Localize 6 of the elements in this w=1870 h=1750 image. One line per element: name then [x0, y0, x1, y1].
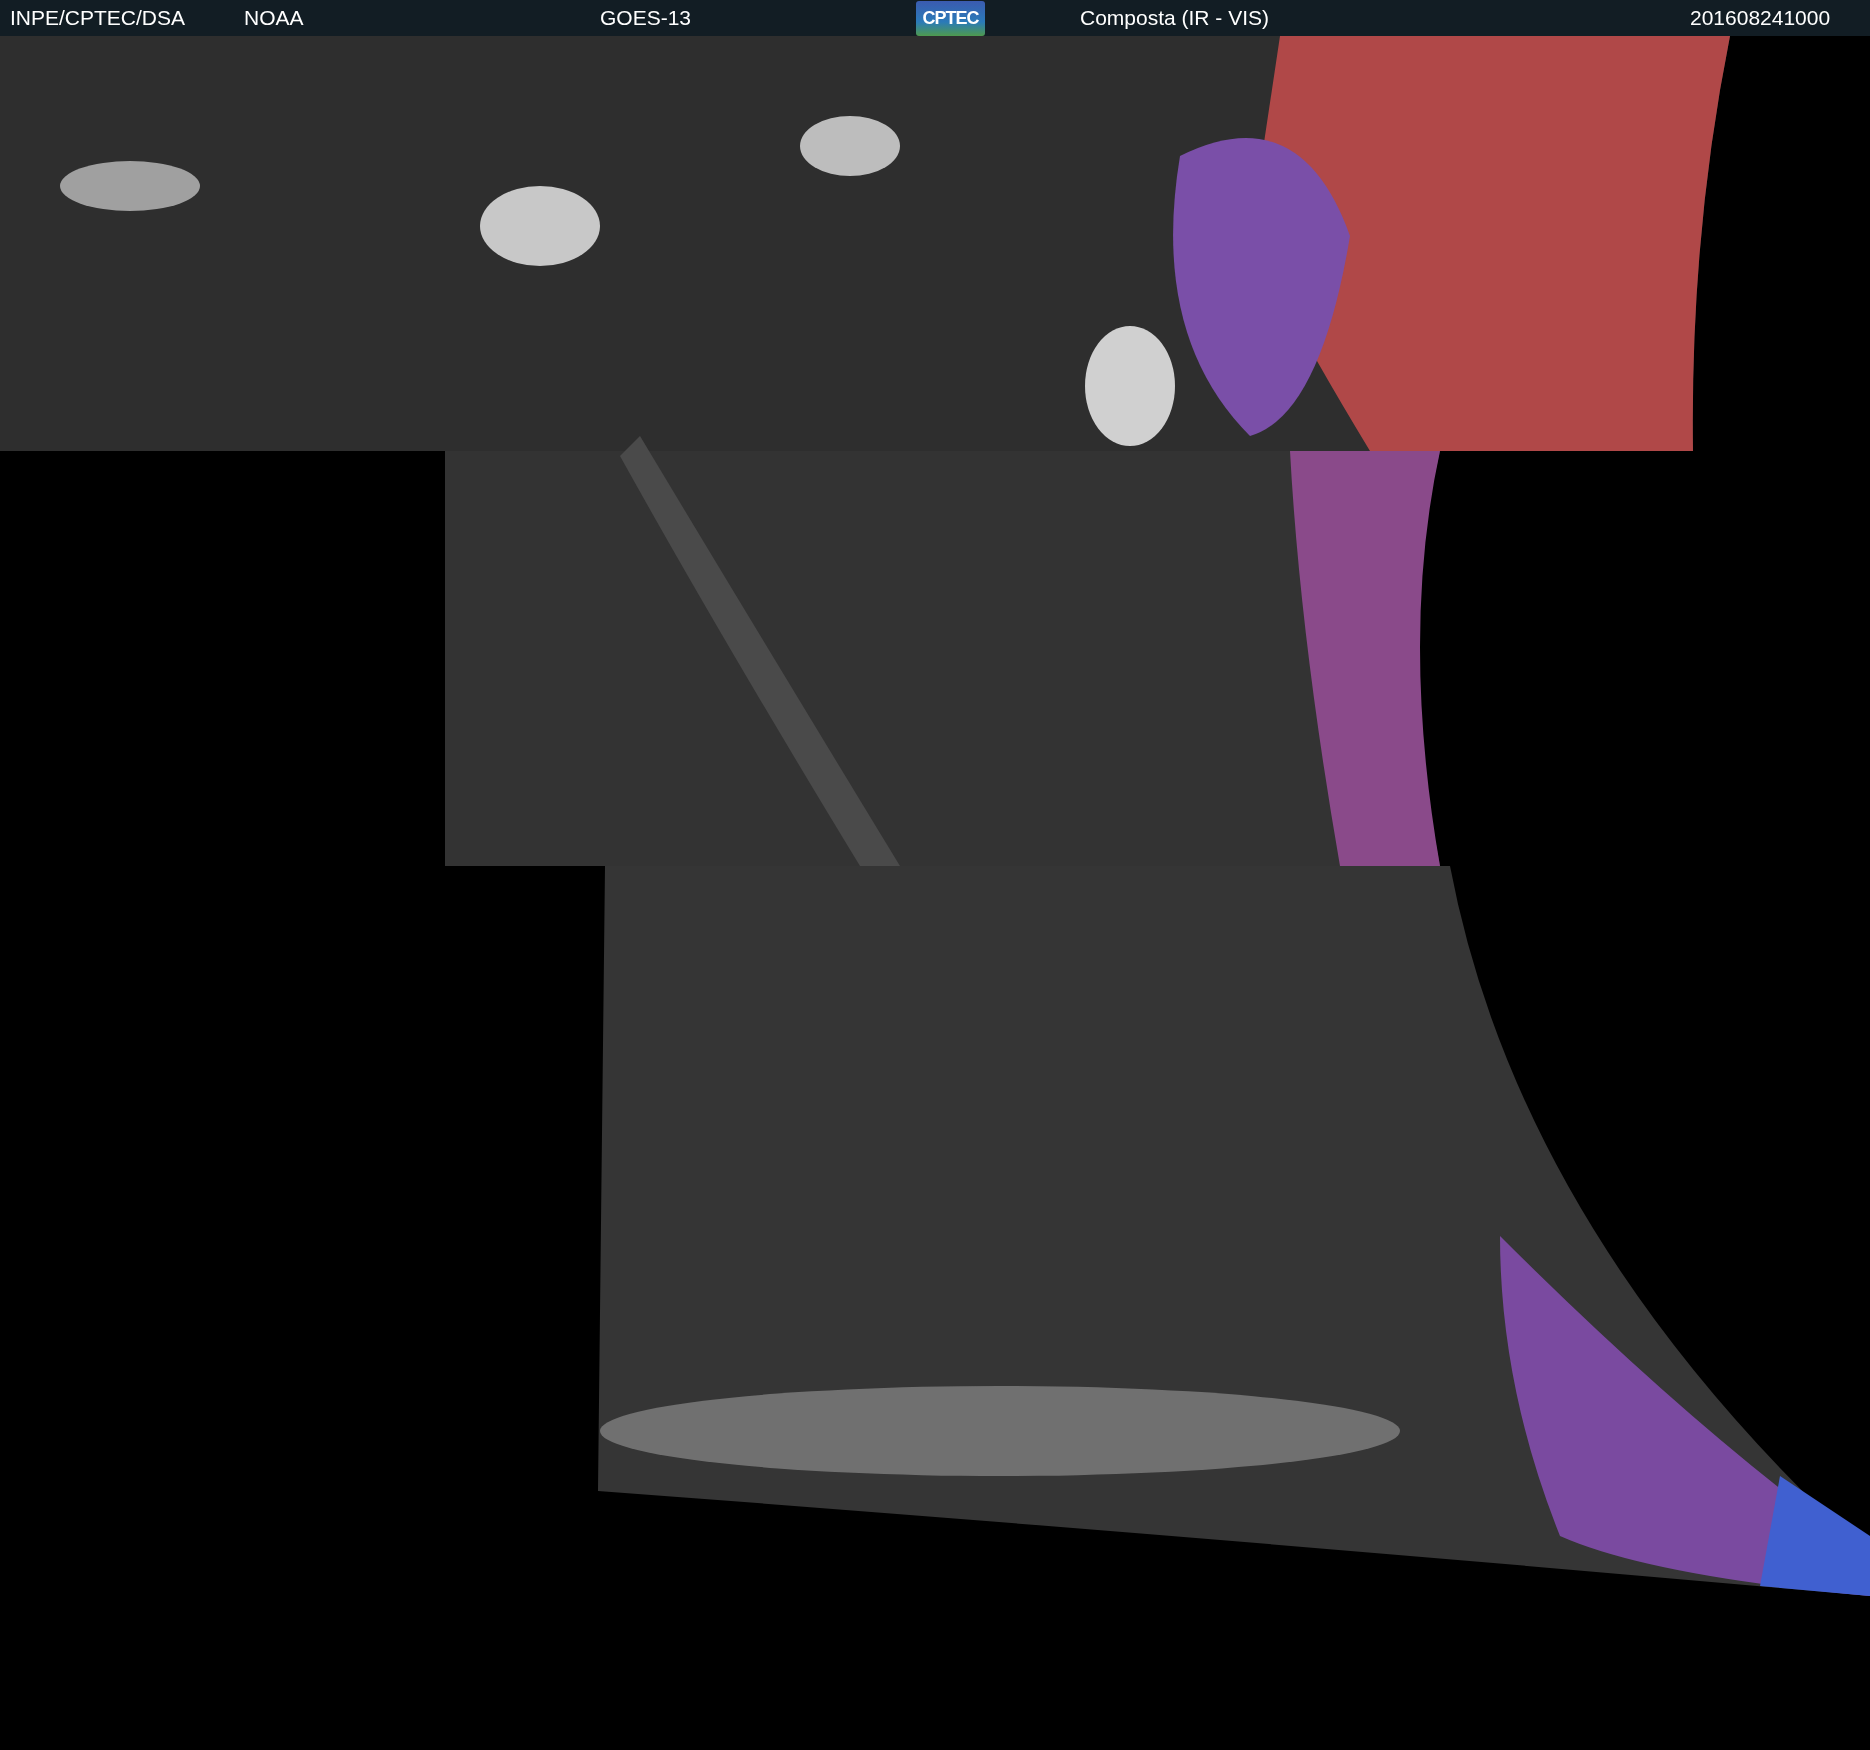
institution-label: INPE/CPTEC/DSA: [10, 6, 187, 30]
product-label: Composta (IR - VIS): [1080, 6, 1271, 30]
agency-label: NOAA: [244, 6, 305, 30]
logo: CPTEC: [916, 0, 985, 36]
timestamp-label: 201608241000: [1690, 6, 1832, 30]
satellite-label: GOES-13: [600, 6, 693, 30]
